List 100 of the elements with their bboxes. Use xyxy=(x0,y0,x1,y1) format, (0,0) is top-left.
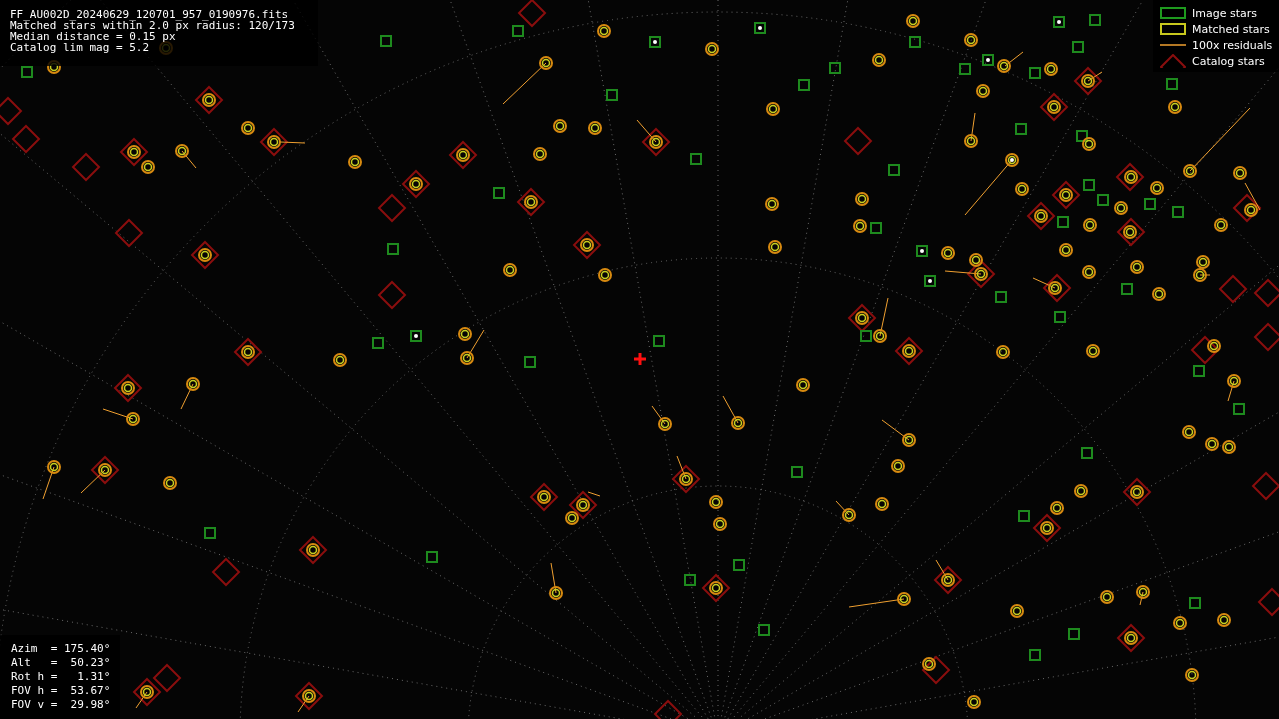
matched-star-marker xyxy=(98,463,112,477)
matched-star-marker xyxy=(241,121,255,135)
matched-star-marker xyxy=(713,517,727,531)
catalog-star-marker xyxy=(1122,477,1152,507)
matched-star-marker xyxy=(460,351,474,365)
star-dot xyxy=(1057,20,1061,24)
matched-star-marker xyxy=(705,42,719,56)
catalog-star-marker xyxy=(966,259,996,289)
matched-star-marker xyxy=(553,119,567,133)
matched-star-marker xyxy=(549,586,563,600)
catalog-star-marker xyxy=(1218,274,1248,304)
matched-star-marker xyxy=(969,253,983,267)
matched-star-marker xyxy=(186,377,200,391)
matched-star-marker xyxy=(855,192,869,206)
star-dot xyxy=(928,279,932,283)
matched-star-marker xyxy=(1227,374,1241,388)
matched-star-marker xyxy=(974,267,988,281)
matched-star-marker xyxy=(539,56,553,70)
residual-line xyxy=(102,408,134,420)
catalog-star-marker xyxy=(1032,513,1062,543)
residual-line xyxy=(1004,51,1024,67)
matched-star-marker xyxy=(1044,62,1058,76)
matched-star-marker xyxy=(1059,243,1073,257)
catalog-star-marker xyxy=(653,699,683,719)
matched-star-marker xyxy=(1015,182,1029,196)
residual-line xyxy=(502,62,547,105)
catalog-star-marker xyxy=(1232,193,1262,223)
matched-star-marker xyxy=(458,327,472,341)
matched-star-marker xyxy=(964,33,978,47)
residual-line xyxy=(1032,277,1056,289)
matched-star-marker xyxy=(1244,203,1258,217)
matched-star-marker xyxy=(267,135,281,149)
catalog-star-marker xyxy=(194,85,224,115)
matched-star-marker xyxy=(576,498,590,512)
matched-star-marker xyxy=(1193,268,1207,282)
info-text: Median distance = 0.15 px xyxy=(10,31,176,42)
catalog-star-marker xyxy=(1251,471,1279,501)
catalog-star-marker xyxy=(0,96,23,126)
star-dot xyxy=(414,334,418,338)
matched-star-marker xyxy=(302,689,316,703)
matched-star-marker xyxy=(306,543,320,557)
pointing-text: Rot h = 1.31° xyxy=(11,670,112,684)
residual-line xyxy=(80,469,106,494)
matched-star-marker xyxy=(1205,437,1219,451)
matched-star-marker xyxy=(1059,188,1073,202)
residual-line xyxy=(42,466,55,500)
matched-star-marker xyxy=(1114,201,1128,215)
matched-star-marker xyxy=(964,134,978,148)
matched-star-marker xyxy=(503,263,517,277)
residual-line xyxy=(944,270,982,275)
matched-star-marker xyxy=(1124,631,1138,645)
residual-line xyxy=(550,562,557,594)
catalog-star-marker xyxy=(119,137,149,167)
matched-star-marker xyxy=(796,378,810,392)
catalog-star-marker xyxy=(1073,66,1103,96)
catalog-star-marker xyxy=(211,557,241,587)
matched-star-marker xyxy=(126,412,140,426)
matched-star-marker xyxy=(348,155,362,169)
matched-star-marker xyxy=(853,219,867,233)
residual-line xyxy=(279,141,306,144)
catalog-star-marker xyxy=(1116,217,1146,247)
catalog-star-marker xyxy=(1253,322,1279,352)
residual-line xyxy=(1199,274,1211,276)
catalog-star-marker xyxy=(1051,180,1081,210)
residual-line xyxy=(180,383,194,410)
catalog-star-marker xyxy=(11,124,41,154)
matched-star-marker xyxy=(198,248,212,262)
residual-line xyxy=(879,297,889,337)
matched-star-marker xyxy=(922,657,936,671)
matched-star-marker xyxy=(842,508,856,522)
matched-star-marker xyxy=(996,345,1010,359)
pointing-text: FOV h = 53.67° xyxy=(11,684,112,698)
matched-star-marker xyxy=(1082,137,1096,151)
legend-label: 100x residuals xyxy=(1192,38,1273,52)
matched-star-marker xyxy=(1086,344,1100,358)
info-text: Matched stars within 2.0 px radius: 120/173 xyxy=(10,20,296,31)
residual-line xyxy=(135,691,148,709)
matched-star-marker xyxy=(1100,590,1114,604)
matched-star-marker xyxy=(1130,485,1144,499)
matched-star-marker xyxy=(1034,209,1048,223)
matched-star-marker xyxy=(597,24,611,38)
catalog-star-marker xyxy=(847,303,877,333)
catalog-star-marker xyxy=(114,218,144,248)
catalog-star-marker xyxy=(1253,278,1279,308)
catalog-star-marker xyxy=(529,482,559,512)
catalog-star-marker xyxy=(701,573,731,603)
matched-star-marker xyxy=(941,573,955,587)
matched-star-marker xyxy=(967,695,981,709)
matched-star-marker xyxy=(1124,170,1138,184)
catalog-star-marker xyxy=(132,677,162,707)
catalog-star-marker xyxy=(294,681,324,711)
residual-line-icon xyxy=(1160,43,1186,47)
catalog-star-marker xyxy=(377,193,407,223)
matched-star-marker xyxy=(202,93,216,107)
catalog-star-marker xyxy=(298,535,328,565)
matched-star-marker xyxy=(537,490,551,504)
catalog-star-marker xyxy=(894,336,924,366)
matched-star-marker xyxy=(873,329,887,343)
matched-star-marker xyxy=(241,345,255,359)
matched-star-marker xyxy=(1150,181,1164,195)
